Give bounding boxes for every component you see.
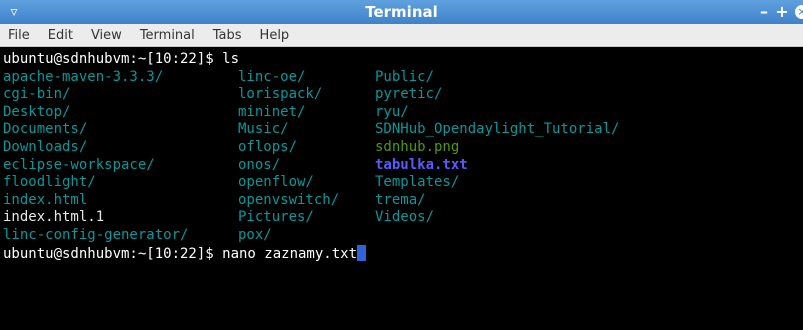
title-bar[interactable]: ▿ Terminal – + × [0, 0, 803, 24]
directory-entry: oflops/ [238, 138, 298, 155]
listing-row: Documents/Music/SDNHub_Opendaylight_Tuto… [3, 121, 803, 139]
listing-row: apache-maven-3.3.3/linc-oe/Public/ [3, 69, 803, 87]
listing-row: floodlight/openflow/Templates/ [3, 174, 803, 192]
prompt-command: ubuntu@sdnhubvm:~[10:22]$ nano zaznamy.t… [3, 245, 358, 262]
directory-entry: Music/ [238, 121, 289, 138]
prompt-line-ls: ubuntu@sdnhubvm:~[10:22]$ ls [3, 51, 240, 67]
menu-terminal[interactable]: Terminal [140, 28, 195, 43]
listing-row: Desktop/mininet/ryu/ [3, 104, 803, 122]
file-entry: sdnhub.png [375, 138, 460, 155]
menu-view[interactable]: View [91, 28, 122, 43]
listing-row: Downloads/oflops/sdnhub.png [3, 139, 803, 157]
minimize-button[interactable]: – [755, 0, 773, 24]
directory-entry: onos/ [238, 156, 281, 173]
directory-entry: pox/ [238, 226, 272, 243]
window-title: Terminal [365, 3, 438, 21]
directory-entry: openflow/ [238, 174, 314, 191]
directory-entry: Templates/ [375, 174, 460, 191]
menu-file[interactable]: File [8, 28, 30, 43]
file-entry: tabulka.txt [375, 156, 468, 173]
close-button[interactable]: × [795, 5, 803, 19]
menu-help[interactable]: Help [260, 28, 290, 43]
directory-entry: pyretic/ [375, 86, 443, 103]
directory-entry: mininet/ [238, 103, 306, 120]
directory-entry: openvswitch/ [238, 191, 340, 208]
directory-entry: floodlight/ [3, 174, 96, 191]
terminal-window: ▿ Terminal – + × File Edit View Terminal… [0, 0, 803, 330]
directory-entry: Documents/ [3, 121, 88, 138]
menu-bar: File Edit View Terminal Tabs Help [0, 24, 803, 47]
directory-entry: trema/ [375, 191, 426, 208]
maximize-button[interactable]: + [773, 0, 791, 24]
directory-entry: ryu/ [375, 103, 409, 120]
directory-entry: Downloads/ [3, 138, 88, 155]
menu-edit[interactable]: Edit [48, 28, 73, 43]
menu-tabs[interactable]: Tabs [213, 28, 242, 43]
directory-entry: Public/ [375, 68, 435, 85]
listing-row: linc-config-generator/pox/ [3, 227, 803, 245]
directory-entry: Pictures/ [238, 209, 314, 226]
prompt-line-nano[interactable]: ubuntu@sdnhubvm:~[10:22]$ nano zaznamy.t… [3, 244, 803, 263]
file-entry: index.html.1 [3, 209, 105, 226]
listing-row: index.html.1 Pictures/Videos/ [3, 209, 803, 227]
directory-entry: eclipse-workspace/ [3, 156, 155, 173]
listing-row: cgi-bin/lorispack/pyretic/ [3, 86, 803, 104]
directory-entry: linc-oe/ [238, 68, 306, 85]
directory-entry: Videos/ [375, 209, 435, 226]
directory-entry: apache-maven-3.3.3/ [3, 68, 164, 85]
directory-entry: cgi-bin/ [3, 86, 71, 103]
text-cursor [357, 244, 367, 261]
directory-entry: SDNHub_Opendaylight_Tutorial/ [375, 121, 620, 138]
directory-entry: Desktop/ [3, 103, 71, 120]
window-controls: – + × [755, 0, 803, 24]
listing-row: eclipse-workspace/onos/tabulka.txt [3, 157, 803, 175]
directory-entry: index.html [3, 191, 88, 208]
ls-listing: apache-maven-3.3.3/linc-oe/Public/cgi-bi… [3, 69, 803, 245]
directory-entry: lorispack/ [238, 86, 323, 103]
terminal-output[interactable]: ubuntu@sdnhubvm:~[10:22]$ ls apache-mave… [0, 47, 803, 330]
listing-row: index.html openvswitch/trema/ [3, 192, 803, 210]
directory-entry: linc-config-generator/ [3, 226, 189, 243]
